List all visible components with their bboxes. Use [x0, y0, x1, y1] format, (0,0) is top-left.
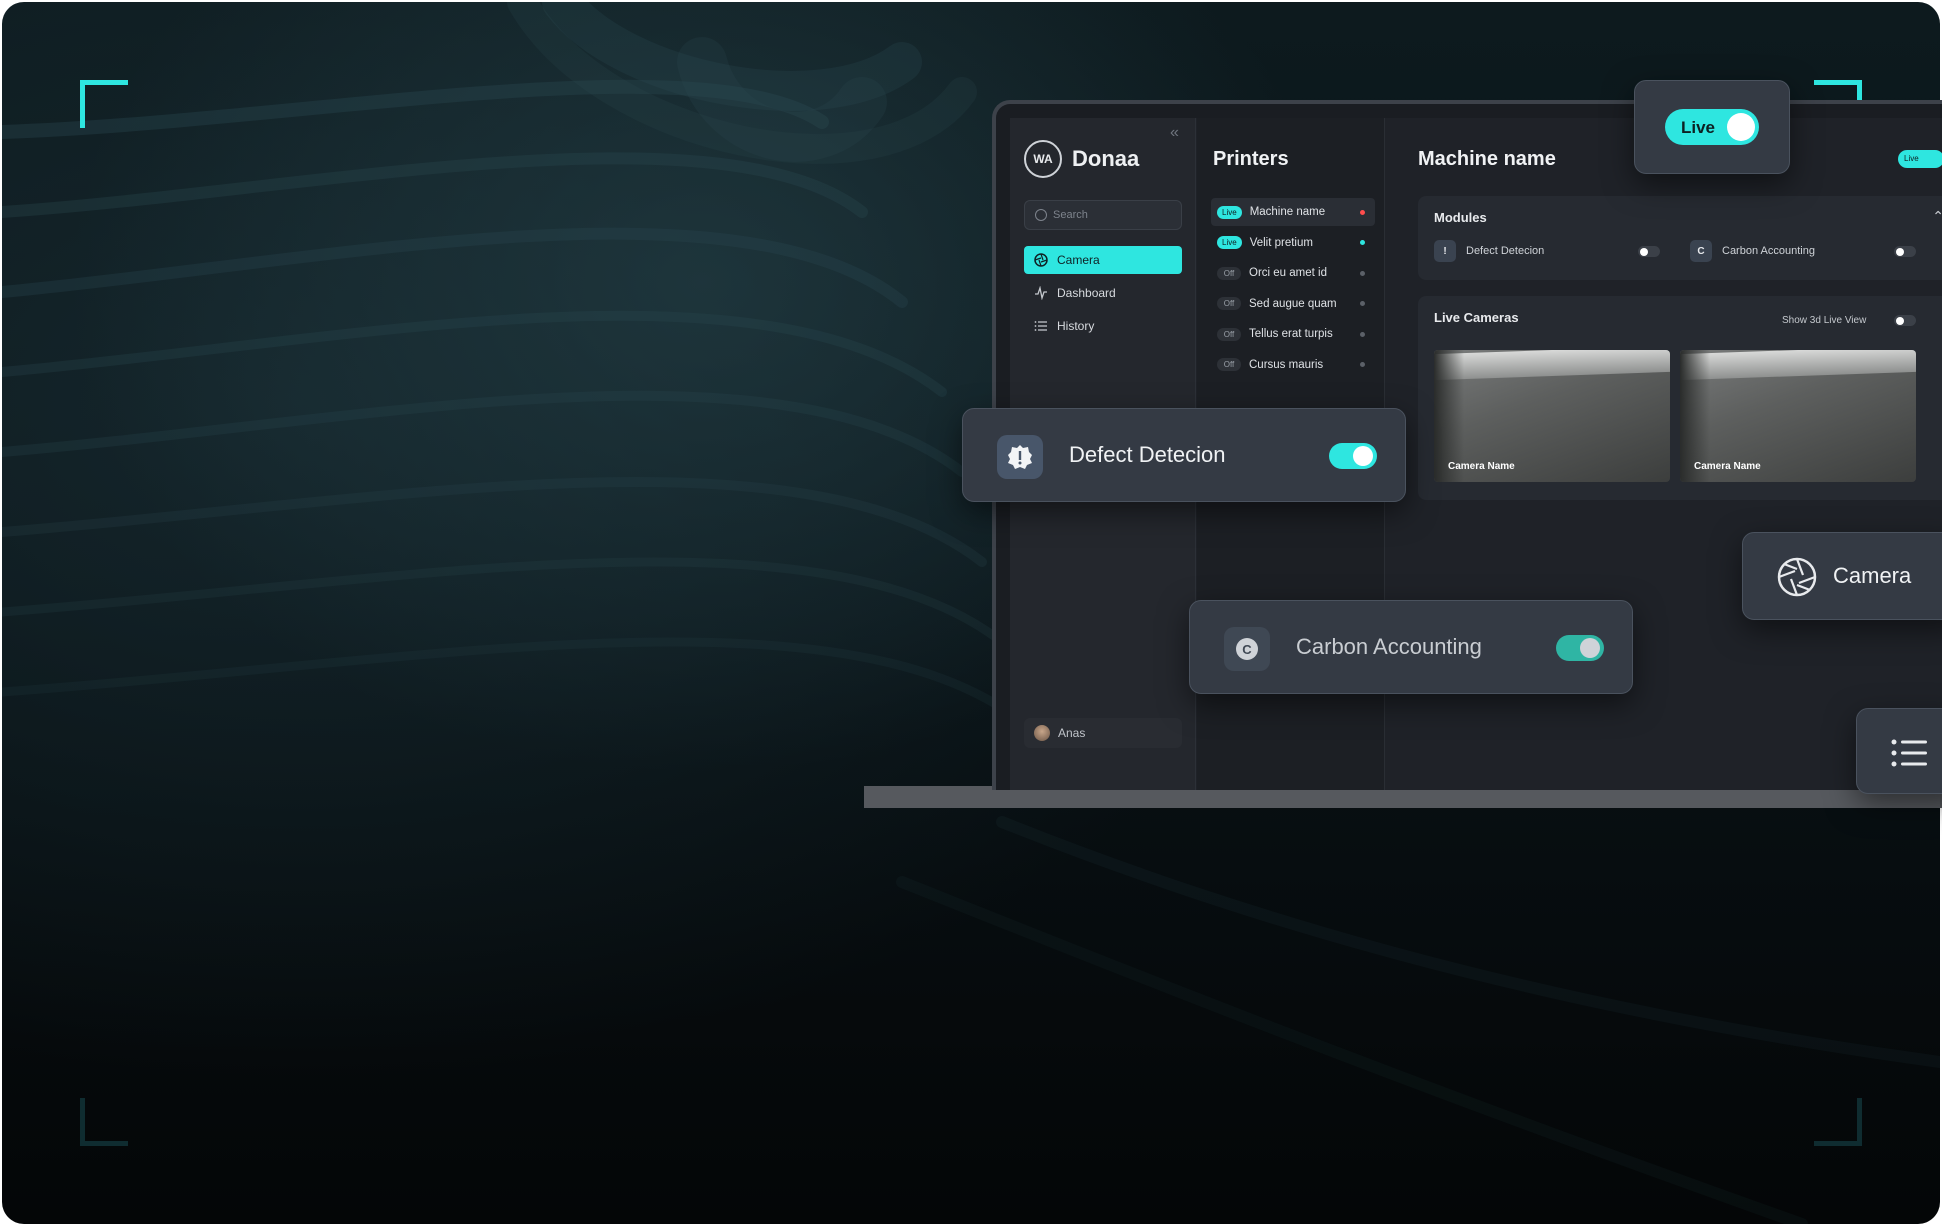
printer-list: Live Machine name Live Velit pretium Off…	[1211, 198, 1375, 382]
brand-name: Donaa	[1072, 146, 1140, 171]
machine-title: Machine name	[1418, 148, 1556, 170]
carbon-c-icon: C	[1690, 240, 1712, 262]
camera-feed[interactable]: Camera Name	[1434, 350, 1670, 482]
printer-item[interactable]: Off Orci eu amet id	[1211, 259, 1375, 287]
status-dot	[1360, 362, 1365, 368]
activity-icon	[1035, 286, 1047, 300]
camera-card[interactable]: Camera	[1742, 532, 1942, 620]
modules-title: Modules	[1434, 210, 1487, 225]
live-toggle[interactable]: Live	[1665, 109, 1759, 145]
printer-name: Sed augue quam	[1249, 297, 1337, 310]
printer-name: Cursus mauris	[1249, 358, 1324, 371]
camera-feed-label: Camera Name	[1448, 461, 1515, 472]
user-profile[interactable]: Anas	[1024, 718, 1182, 748]
live-toggle-small[interactable]: Live	[1898, 150, 1942, 168]
sidebar-item-label: History	[1057, 319, 1095, 333]
module-label: Carbon Accounting	[1722, 245, 1815, 257]
status-dot	[1360, 270, 1365, 276]
carbon-accounting-label: Carbon Accounting	[1296, 634, 1482, 659]
toggle-knob	[1727, 113, 1755, 141]
carbon-module-toggle[interactable]	[1894, 246, 1916, 257]
corner-bracket-bottom-left	[80, 1098, 128, 1146]
feed-image	[1434, 350, 1670, 381]
camera-feed-label: Camera Name	[1694, 461, 1761, 472]
defect-module-toggle[interactable]	[1638, 246, 1660, 257]
printer-item[interactable]: Off Cursus mauris	[1211, 351, 1375, 379]
show-3d-label: Show 3d Live View	[1782, 315, 1867, 326]
list-icon	[1034, 321, 1047, 331]
aperture-icon	[1034, 253, 1048, 267]
module-carbon: C Carbon Accounting	[1690, 240, 1815, 262]
live-cameras-title: Live Cameras	[1434, 310, 1519, 325]
defect-detection-label: Defect Detecion	[1069, 442, 1226, 467]
aperture-icon	[1777, 557, 1817, 597]
user-name: Anas	[1058, 726, 1086, 740]
chevron-up-icon[interactable]: ⌃	[1932, 208, 1942, 225]
status-badge: Live	[1217, 205, 1242, 219]
carbon-accounting-toggle[interactable]	[1556, 635, 1604, 661]
sidebar-item-label: Camera	[1057, 253, 1100, 267]
logo-icon: WA	[1024, 140, 1062, 178]
feed-image	[1680, 350, 1916, 381]
live-toggle-card: Live	[1634, 80, 1790, 174]
live-cameras-card: Live Cameras Show 3d Live View Camera Na…	[1418, 296, 1942, 500]
printer-name: Orci eu amet id	[1249, 267, 1327, 280]
search-icon	[1035, 209, 1047, 221]
show-3d-toggle[interactable]	[1894, 315, 1916, 326]
module-defect: ! Defect Detecion	[1434, 240, 1544, 262]
carbon-accounting-card: C Carbon Accounting	[1189, 600, 1633, 694]
status-dot	[1360, 209, 1365, 215]
status-badge: Off	[1217, 358, 1241, 372]
sidebar-item-dashboard[interactable]: Dashboard	[1024, 279, 1182, 307]
brand: WA Donaa	[1024, 140, 1139, 178]
sidebar-nav: Camera Dashboard History	[1024, 246, 1182, 345]
defect-detection-toggle[interactable]	[1329, 443, 1377, 469]
status-badge: Off	[1217, 327, 1241, 341]
status-badge: Off	[1217, 266, 1241, 280]
corner-bracket-bottom-right	[1814, 1098, 1862, 1146]
printer-item[interactable]: Live Velit pretium	[1211, 229, 1375, 257]
defect-detection-card: Defect Detecion	[962, 408, 1406, 502]
printer-item[interactable]: Off Tellus erat turpis	[1211, 320, 1375, 348]
modules-card: Modules ⌃ ! Defect Detecion C Carbon Acc…	[1418, 196, 1942, 280]
status-badge: Live	[1217, 236, 1242, 250]
status-badge: Off	[1217, 297, 1241, 311]
search-input[interactable]: Search	[1024, 200, 1182, 230]
status-dot	[1360, 331, 1365, 337]
status-dot	[1360, 301, 1365, 307]
printer-name: Velit pretium	[1249, 236, 1313, 249]
carbon-c-glyph: C	[1236, 638, 1258, 660]
printers-title: Printers	[1213, 148, 1289, 170]
alert-badge-icon	[997, 435, 1043, 479]
avatar	[1034, 725, 1050, 741]
status-dot	[1360, 240, 1365, 246]
search-placeholder: Search	[1053, 209, 1088, 221]
printer-name: Machine name	[1249, 206, 1326, 218]
live-toggle-label: Live	[1681, 118, 1716, 137]
alert-badge-icon: !	[1434, 240, 1456, 262]
printer-item[interactable]: Off Sed augue quam	[1211, 290, 1375, 318]
printer-item[interactable]: Live Machine name	[1211, 198, 1375, 226]
camera-feed[interactable]: Camera Name	[1680, 350, 1916, 482]
module-label: Defect Detecion	[1466, 245, 1545, 257]
list-icon	[1891, 739, 1927, 767]
corner-bracket-top-left	[80, 80, 128, 128]
sidebar-item-history[interactable]: History	[1024, 312, 1182, 340]
double-chevron-left-icon[interactable]: «	[1170, 124, 1179, 142]
sidebar-item-camera[interactable]: Camera	[1024, 246, 1182, 274]
printer-name: Tellus erat turpis	[1249, 328, 1333, 341]
menu-card[interactable]	[1856, 708, 1942, 794]
carbon-c-icon: C	[1224, 627, 1270, 671]
camera-card-label: Camera	[1833, 563, 1912, 588]
sidebar-item-label: Dashboard	[1057, 286, 1116, 300]
